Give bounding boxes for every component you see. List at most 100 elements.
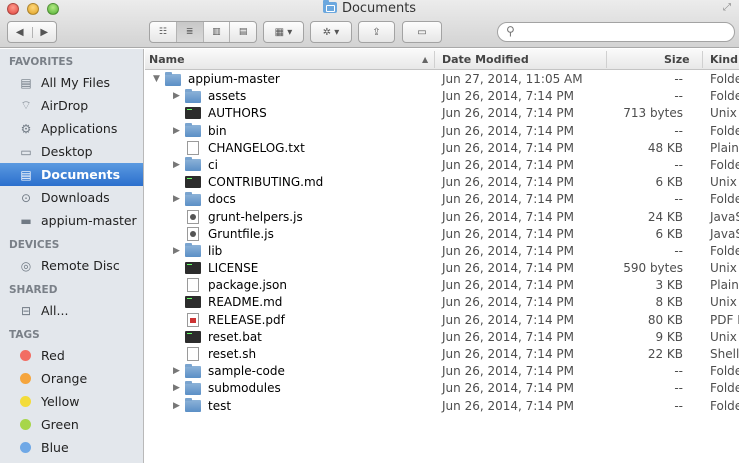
sidebar-item-airdrop[interactable]: ⌔ AirDrop — [0, 94, 143, 117]
table-row[interactable]: LICENSE Jun 26, 2014, 7:14 PM 590 bytes Uni… — [145, 260, 739, 277]
folder-icon — [185, 363, 201, 378]
column-header-date-modified[interactable]: Date Modified — [442, 53, 529, 66]
folder-icon — [185, 157, 201, 172]
tag-color-dot-icon — [20, 396, 31, 407]
sort-ascending-icon: ▲ — [422, 55, 429, 64]
sidebar-item-applications[interactable]: ⚙ Applications — [0, 117, 143, 140]
table-row[interactable]: AUTHORS Jun 26, 2014, 7:14 PM 713 bytes Uni… — [145, 105, 739, 122]
folder-icon — [322, 0, 337, 13]
table-row[interactable]: CONTRIBUTING.md Jun 26, 2014, 7:14 PM 6 KB… — [145, 174, 739, 191]
disclosure-triangle-icon[interactable]: ▼ — [153, 74, 165, 84]
table-row[interactable]: ▶ ci Jun 26, 2014, 7:14 PM -- Folder — [145, 157, 739, 174]
icon-view-button[interactable]: ☷ — [150, 22, 177, 42]
file-size: 590 bytes — [623, 261, 683, 276]
sidebar-item-documents[interactable]: ▤ Documents — [0, 163, 143, 186]
folder-icon — [185, 380, 201, 395]
sidebar-tag-red[interactable]: Red — [0, 344, 143, 367]
sidebar-item-label: Red — [41, 348, 65, 363]
sidebar-item-desktop[interactable]: ▭ Desktop — [0, 140, 143, 163]
file-size: 6 KB — [655, 226, 683, 241]
table-row[interactable]: reset.sh Jun 26, 2014, 7:14 PM 22 KB Shell — [145, 346, 739, 363]
table-row[interactable]: grunt-helpers.js Jun 26, 2014, 7:14 PM 24 … — [145, 209, 739, 226]
file-size: -- — [674, 243, 683, 258]
disclosure-triangle-icon[interactable]: ▶ — [173, 366, 185, 376]
file-name: RELEASE.pdf — [208, 312, 285, 327]
table-row[interactable]: README.md Jun 26, 2014, 7:14 PM 8 KB Unix — [145, 294, 739, 311]
fullscreen-icon[interactable]: ⤢ — [723, 2, 731, 13]
folder-icon — [185, 191, 201, 206]
date-modified: Jun 26, 2014, 7:14 PM — [442, 364, 574, 379]
document-icon — [187, 278, 199, 293]
file-size: 24 KB — [647, 209, 683, 224]
share-button[interactable]: ⇪ — [358, 21, 395, 43]
disclosure-triangle-icon[interactable]: ▶ — [173, 401, 185, 411]
sidebar-item-appium-master[interactable]: ▬ appium-master — [0, 209, 143, 232]
sidebar-item-all[interactable]: ⊟ All... — [0, 299, 143, 322]
sidebar-tag-blue[interactable]: Blue — [0, 436, 143, 459]
sidebar-item-remote-disc[interactable]: ◎ Remote Disc — [0, 254, 143, 277]
window-title-text: Documents — [341, 1, 417, 16]
file-kind: Plain — [710, 140, 739, 155]
list-view-button[interactable]: ≣ — [176, 22, 204, 42]
file-size: -- — [674, 72, 683, 86]
file-name-cell: ▶ docs — [173, 191, 236, 206]
folder-icon — [185, 123, 201, 138]
table-row[interactable]: reset.bat Jun 26, 2014, 7:14 PM 9 KB Unix — [145, 329, 739, 346]
table-row[interactable]: ▶ assets Jun 26, 2014, 7:14 PM -- Folder — [145, 88, 739, 105]
disclosure-triangle-icon[interactable]: ▶ — [173, 160, 185, 170]
table-row[interactable]: ▶ submodules Jun 26, 2014, 7:14 PM -- Folder — [145, 380, 739, 397]
table-row[interactable]: ▶ bin Jun 26, 2014, 7:14 PM -- Folder — [145, 123, 739, 140]
file-size: -- — [674, 398, 683, 413]
file-rows: ▼ appium-master Jun 27, 2014, 11:05 AM -- Fo… — [145, 71, 739, 415]
file-name-cell: reset.sh — [173, 347, 256, 361]
column-header-size[interactable]: Size — [664, 53, 690, 66]
table-row[interactable]: ▶ sample-code Jun 26, 2014, 7:14 PM -- Folde… — [145, 363, 739, 380]
table-row[interactable]: ▶ lib Jun 26, 2014, 7:14 PM -- Folder — [145, 243, 739, 260]
disclosure-triangle-icon[interactable]: ▶ — [173, 91, 185, 101]
back-button[interactable]: ◀ — [8, 26, 33, 38]
sidebar-item-label: Documents — [41, 167, 121, 182]
disclosure-triangle-icon[interactable]: ▶ — [173, 246, 185, 256]
folder-icon — [165, 71, 181, 86]
date-modified: Jun 26, 2014, 7:14 PM — [442, 261, 574, 276]
disclosure-triangle-icon[interactable]: ▶ — [173, 194, 185, 204]
column-view-button[interactable]: ▥ — [204, 22, 231, 42]
sidebar-item-downloads[interactable]: ⊙ Downloads — [0, 186, 143, 209]
table-row[interactable]: CHANGELOG.txt Jun 26, 2014, 7:14 PM 48 KB P… — [145, 140, 739, 157]
file-kind: Folder — [710, 157, 739, 172]
date-modified: Jun 26, 2014, 7:14 PM — [442, 192, 574, 207]
applications-icon: ⚙ — [20, 121, 32, 136]
view-mode-buttons: ☷ ≣ ▥ ▤ — [149, 21, 257, 43]
file-size: -- — [674, 157, 683, 172]
table-row[interactable]: ▼ appium-master Jun 27, 2014, 11:05 AM -- Fo… — [145, 71, 739, 88]
file-kind: Unix — [710, 261, 737, 276]
sidebar-tag-orange[interactable]: Orange — [0, 367, 143, 390]
javascript-file-icon — [187, 209, 199, 224]
file-size: 6 KB — [655, 175, 683, 190]
table-row[interactable]: Gruntfile.js Jun 26, 2014, 7:14 PM 6 KB Jav… — [145, 226, 739, 243]
table-row[interactable]: package.json Jun 26, 2014, 7:14 PM 3 KB Pla… — [145, 277, 739, 294]
sidebar-tag-green[interactable]: Green — [0, 413, 143, 436]
arrange-button[interactable]: ▦ ▾ — [263, 21, 304, 43]
edit-tags-button[interactable]: ▭ — [402, 21, 442, 43]
date-modified: Jun 26, 2014, 7:14 PM — [442, 140, 574, 155]
date-modified: Jun 26, 2014, 7:14 PM — [442, 106, 574, 121]
column-header-name[interactable]: Name — [149, 53, 185, 66]
date-modified: Jun 26, 2014, 7:14 PM — [442, 157, 574, 172]
search-field[interactable]: ⚲ — [497, 22, 735, 42]
table-row[interactable]: RELEASE.pdf Jun 26, 2014, 7:14 PM 80 KB PDF… — [145, 312, 739, 329]
cover-flow-button[interactable]: ▤ — [230, 22, 256, 42]
table-row[interactable]: ▶ docs Jun 26, 2014, 7:14 PM -- Folder — [145, 191, 739, 208]
forward-button[interactable]: ▶ — [33, 27, 57, 38]
table-row[interactable]: ▶ test Jun 26, 2014, 7:14 PM -- Folder — [145, 398, 739, 415]
column-header-kind[interactable]: Kind — [710, 53, 738, 66]
sidebar-item-all-my-files[interactable]: ▤ All My Files — [0, 71, 143, 94]
file-kind: Folder — [710, 72, 739, 86]
file-size: 3 KB — [655, 278, 683, 293]
date-modified: Jun 26, 2014, 7:14 PM — [442, 278, 574, 293]
disclosure-triangle-icon[interactable]: ▶ — [173, 126, 185, 136]
file-name-cell: grunt-helpers.js — [173, 209, 303, 224]
action-gear-button[interactable]: ✲ ▾ — [310, 21, 352, 43]
disclosure-triangle-icon[interactable]: ▶ — [173, 383, 185, 393]
sidebar-tag-yellow[interactable]: Yellow — [0, 390, 143, 413]
